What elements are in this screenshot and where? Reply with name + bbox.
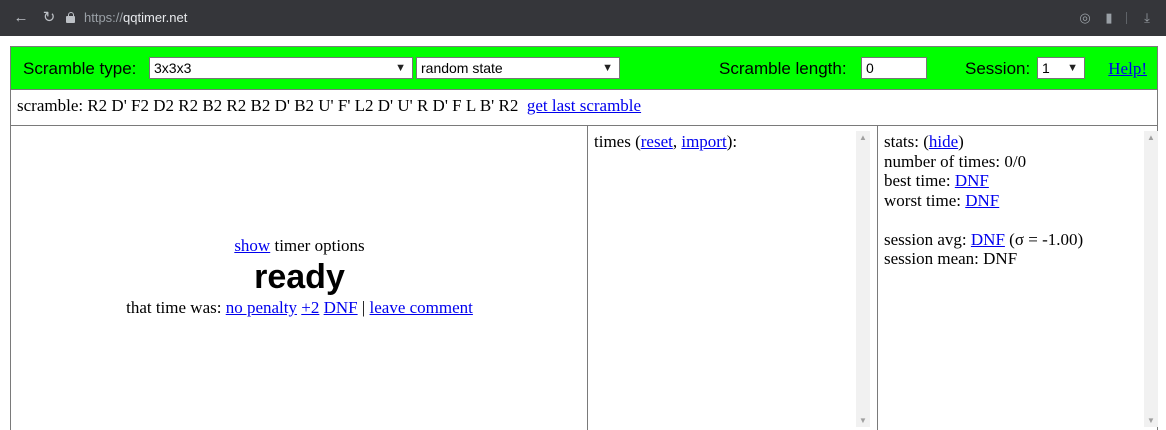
scroll-down-icon[interactable]: ▼ <box>1144 416 1158 425</box>
reload-icon[interactable]: ↻ <box>40 9 58 27</box>
scramble-length-value: 0 <box>866 60 874 76</box>
import-link[interactable]: import <box>681 132 726 151</box>
show-timer-options-link[interactable]: show <box>234 236 270 255</box>
main-panels: show timer options ready that time was: … <box>10 125 1158 430</box>
session-avg-link[interactable]: DNF <box>971 230 1005 249</box>
back-icon[interactable]: ← <box>12 9 30 27</box>
plus2-link[interactable]: +2 <box>301 298 319 317</box>
best-time-label: best time: <box>884 171 955 190</box>
pipe-separator: | <box>357 298 370 317</box>
help-link[interactable]: Help! <box>1108 59 1147 79</box>
reset-link[interactable]: reset <box>641 132 673 151</box>
session-avg-sigma: (σ = -1.00) <box>1004 229 1084 249</box>
scroll-down-icon[interactable]: ▼ <box>856 416 870 425</box>
bookmark-icon[interactable]: ▮ <box>1100 9 1118 27</box>
stats-panel: stats: (hide) number of times: 0/0 best … <box>877 125 1158 430</box>
scramble-row: scramble: R2 D' F2 D2 R2 B2 R2 B2 D' B2 … <box>10 88 1158 126</box>
address-bar[interactable]: https://qqtimer.net <box>84 9 187 27</box>
timer-panel[interactable]: show timer options ready that time was: … <box>10 125 588 430</box>
times-panel: times (reset, import): ▲ ▼ <box>587 125 877 430</box>
options-bar: Scramble type: 3x3x3 ▼ random state ▼ Sc… <box>10 46 1158 90</box>
timer-display: ready <box>254 258 345 296</box>
session-value: 1 <box>1042 60 1050 76</box>
scramble-type-value: 3x3x3 <box>154 60 192 76</box>
scramble-mode-value: random state <box>421 60 503 76</box>
lock-icon <box>66 12 75 23</box>
times-prefix: times ( <box>594 132 641 151</box>
stats-close-paren: ) <box>958 132 964 151</box>
session-label: Session: <box>965 59 1031 78</box>
worst-time-link[interactable]: DNF <box>965 191 999 210</box>
download-icon[interactable]: ⤓ <box>1138 9 1156 27</box>
session-select[interactable]: 1 ▼ <box>1037 57 1085 79</box>
no-penalty-link[interactable]: no penalty <box>226 298 297 317</box>
best-time-link[interactable]: DNF <box>955 171 989 190</box>
scroll-up-icon[interactable]: ▲ <box>856 133 870 142</box>
chevron-down-icon: ▼ <box>395 62 406 74</box>
qqtimer-page: Scramble type: 3x3x3 ▼ random state ▼ Sc… <box>10 46 1158 430</box>
leave-comment-link[interactable]: leave comment <box>370 298 473 317</box>
session-mean: session mean: DNF <box>884 249 1018 268</box>
session-avg-label: session avg: <box>884 229 971 249</box>
times-scrollbar[interactable]: ▲ ▼ <box>856 131 870 427</box>
lens-icon[interactable]: ◎ <box>1076 9 1094 27</box>
timer-options-text: timer options <box>270 236 365 255</box>
stats-prefix: stats: ( <box>884 132 929 151</box>
stats-scrollbar[interactable]: ▲ ▼ <box>1144 131 1158 427</box>
chevron-down-icon: ▼ <box>1067 62 1078 74</box>
dnf-link[interactable]: DNF <box>324 298 358 317</box>
scramble-length-label: Scramble length: <box>719 59 847 78</box>
number-of-times: number of times: 0/0 <box>884 151 1027 171</box>
browser-toolbar: ← ↻ https://qqtimer.net ◎ ▮ ⤓ <box>0 0 1166 36</box>
scramble-type-select[interactable]: 3x3x3 ▼ <box>149 57 413 79</box>
hide-stats-link[interactable]: hide <box>929 132 958 151</box>
scramble-type-label: Scramble type: <box>23 59 137 78</box>
times-suffix: ): <box>726 132 738 151</box>
toolbar-divider <box>1126 12 1127 24</box>
scroll-up-icon[interactable]: ▲ <box>1144 133 1158 142</box>
get-last-scramble-link[interactable]: get last scramble <box>527 96 641 115</box>
that-time-label: that time was: <box>126 298 226 317</box>
chevron-down-icon: ▼ <box>602 62 613 74</box>
scramble-length-input[interactable]: 0 <box>861 57 927 79</box>
url-host: qqtimer.net <box>123 10 188 25</box>
worst-time-label: worst time: <box>884 190 966 210</box>
scramble-text: scramble: R2 D' F2 D2 R2 B2 R2 B2 D' B2 … <box>17 96 519 115</box>
url-protocol: https:// <box>84 10 124 25</box>
scramble-mode-select[interactable]: random state ▼ <box>416 57 620 79</box>
